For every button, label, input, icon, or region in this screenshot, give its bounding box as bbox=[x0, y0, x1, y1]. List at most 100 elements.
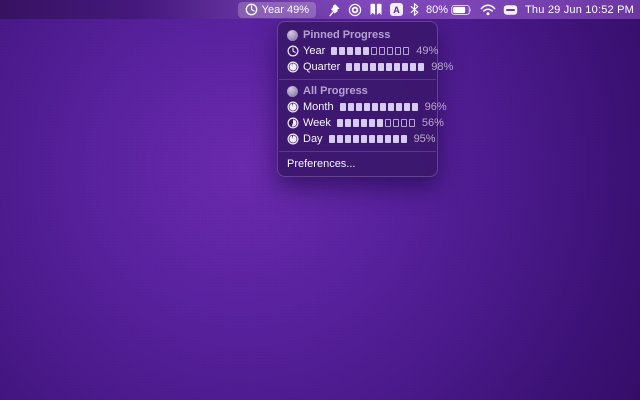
progress-pie-icon bbox=[287, 45, 299, 57]
progress-row-menu-item[interactable]: Year 49% bbox=[279, 43, 436, 59]
year-clock-icon bbox=[245, 3, 258, 16]
progress-block bbox=[402, 63, 408, 71]
progress-block bbox=[385, 135, 391, 143]
progress-block bbox=[372, 103, 378, 111]
row-percent: 49% bbox=[416, 45, 438, 57]
row-label: Day bbox=[303, 133, 323, 145]
row-blocks bbox=[337, 119, 415, 127]
progress-block bbox=[394, 63, 400, 71]
row-blocks bbox=[331, 47, 409, 55]
progress-block bbox=[393, 119, 399, 127]
progress-row-menu-item[interactable]: Week 56% bbox=[279, 115, 436, 131]
progress-block bbox=[354, 63, 360, 71]
row-label: Week bbox=[303, 117, 331, 129]
drive-icon[interactable] bbox=[503, 4, 518, 16]
progress-block bbox=[418, 63, 424, 71]
progress-block bbox=[355, 47, 361, 55]
progress-block bbox=[331, 47, 337, 55]
dropdown-section: Pinned Progress Year 49% Quarter 98% bbox=[279, 24, 436, 80]
progress-block bbox=[395, 47, 401, 55]
progress-block bbox=[396, 103, 402, 111]
progress-app-label: Year 49% bbox=[262, 4, 309, 16]
progress-block bbox=[378, 63, 384, 71]
menu-bar: Year 49% A 80% bbox=[0, 0, 640, 19]
progress-block bbox=[361, 119, 367, 127]
progress-block bbox=[348, 103, 354, 111]
progress-block bbox=[393, 135, 399, 143]
progress-block bbox=[362, 63, 368, 71]
row-label: Month bbox=[303, 101, 334, 113]
progress-block bbox=[356, 103, 362, 111]
bluetooth-icon[interactable] bbox=[410, 3, 419, 16]
section-header: Pinned Progress bbox=[279, 27, 436, 43]
progress-block bbox=[404, 103, 410, 111]
menubar-clock[interactable]: Thu 29 Jun 10:52 PM bbox=[525, 4, 634, 16]
progress-block bbox=[379, 47, 385, 55]
progress-block bbox=[364, 103, 370, 111]
sphere-icon bbox=[287, 30, 298, 41]
progress-block bbox=[353, 119, 359, 127]
section-rows: Month 96% Week 56% Day 95% bbox=[279, 99, 436, 147]
progress-block bbox=[340, 103, 346, 111]
progress-block bbox=[363, 47, 369, 55]
progress-pie-icon bbox=[287, 101, 299, 113]
row-percent: 96% bbox=[425, 101, 447, 113]
progress-block bbox=[401, 135, 407, 143]
progress-block bbox=[369, 119, 375, 127]
section-rows: Year 49% Quarter 98% bbox=[279, 43, 436, 75]
progress-block bbox=[329, 135, 335, 143]
progress-block bbox=[371, 47, 377, 55]
battery-item[interactable]: 80% bbox=[426, 4, 473, 16]
progress-pie-icon bbox=[287, 133, 299, 145]
progress-app-menu-item[interactable]: Year 49% bbox=[238, 2, 316, 18]
row-percent: 56% bbox=[422, 117, 444, 129]
row-blocks bbox=[329, 135, 407, 143]
progress-block bbox=[410, 63, 416, 71]
row-label: Year bbox=[303, 45, 325, 57]
section-title: Pinned Progress bbox=[303, 29, 390, 41]
progress-block bbox=[369, 135, 375, 143]
row-label: Quarter bbox=[303, 61, 340, 73]
flags-icon[interactable] bbox=[369, 3, 383, 16]
progress-block bbox=[385, 119, 391, 127]
progress-block bbox=[388, 103, 394, 111]
progress-block bbox=[401, 119, 407, 127]
preferences-menu-item[interactable]: Preferences... bbox=[278, 154, 437, 173]
progress-dropdown-menu: Pinned Progress Year 49% Quarter 98% All… bbox=[277, 21, 438, 177]
target-circle-icon[interactable] bbox=[348, 3, 362, 17]
progress-block bbox=[409, 119, 415, 127]
input-source-label: A bbox=[390, 3, 403, 16]
battery-percent-label: 80% bbox=[426, 4, 448, 16]
progress-block bbox=[337, 135, 343, 143]
progress-block bbox=[377, 119, 383, 127]
section-title: All Progress bbox=[303, 85, 368, 97]
progress-block bbox=[345, 119, 351, 127]
progress-block bbox=[345, 135, 351, 143]
pin-icon[interactable] bbox=[328, 3, 341, 17]
progress-block bbox=[377, 135, 383, 143]
progress-block bbox=[387, 47, 393, 55]
row-percent: 98% bbox=[431, 61, 453, 73]
progress-block bbox=[346, 63, 352, 71]
row-blocks bbox=[346, 63, 424, 71]
row-blocks bbox=[340, 103, 418, 111]
progress-block bbox=[347, 47, 353, 55]
row-percent: 95% bbox=[414, 133, 436, 145]
section-header: All Progress bbox=[279, 83, 436, 99]
progress-row-menu-item[interactable]: Quarter 98% bbox=[279, 59, 436, 75]
progress-block bbox=[361, 135, 367, 143]
progress-pie-icon bbox=[287, 117, 299, 129]
progress-block bbox=[403, 47, 409, 55]
sphere-icon bbox=[287, 86, 298, 97]
progress-row-menu-item[interactable]: Month 96% bbox=[279, 99, 436, 115]
input-source-icon[interactable]: A bbox=[390, 3, 403, 16]
progress-block bbox=[353, 135, 359, 143]
wifi-icon[interactable] bbox=[480, 4, 496, 16]
progress-block bbox=[339, 47, 345, 55]
progress-pie-icon bbox=[287, 61, 299, 73]
dropdown-section: All Progress Month 96% Week 56% Day 95% bbox=[279, 80, 436, 152]
dropdown-sections: Pinned Progress Year 49% Quarter 98% All… bbox=[278, 24, 437, 152]
progress-block bbox=[380, 103, 386, 111]
progress-row-menu-item[interactable]: Day 95% bbox=[279, 131, 436, 147]
progress-block bbox=[337, 119, 343, 127]
